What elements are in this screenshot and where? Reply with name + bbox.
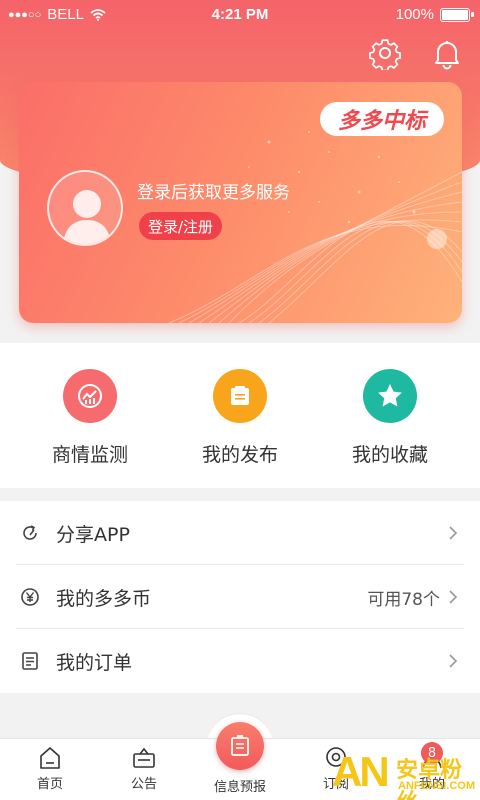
tab-home[interactable]: 首页 [10, 745, 90, 792]
avatar [47, 170, 123, 246]
document-icon [213, 369, 267, 423]
menu-item-label: 我的订单 [56, 651, 133, 674]
quick-action-monitor[interactable]: 商情监测 [20, 369, 160, 467]
battery-percent: 100% [395, 6, 434, 23]
tab-forecast-button[interactable] [216, 722, 264, 770]
home-icon [40, 747, 60, 769]
watermark-mark: AN [332, 748, 390, 795]
quick-action-label: 我的发布 [201, 444, 278, 466]
quick-action-label: 我的收藏 [351, 444, 428, 466]
tab-label: 首页 [36, 777, 63, 792]
quick-action-favorites[interactable]: 我的收藏 [320, 369, 460, 467]
bell-icon[interactable] [430, 36, 464, 70]
menu-item-coins[interactable]: 我的多多币 可用78个 [0, 565, 480, 629]
share-icon [23, 525, 37, 540]
forecast-document-icon [231, 735, 249, 756]
login-register-button[interactable]: 登录/注册 [139, 212, 223, 240]
chevron-right-icon [449, 654, 458, 668]
login-card: 多多中标 登录后获取更多服务 登录/注册 [19, 82, 462, 323]
status-bar: ●●●○○ BELL 4:21 PM 100% [0, 0, 480, 30]
order-list-icon [22, 652, 38, 670]
menu-item-share[interactable]: 分享APP [0, 501, 480, 565]
star-icon [363, 369, 417, 423]
menu-item-label: 分享APP [56, 523, 130, 546]
coin-balance: 可用78个 [367, 589, 440, 610]
brand-logo: 多多中标 [319, 102, 444, 136]
menu-list: 分享APP 我的多多币 可用78个 我的订单 [0, 501, 480, 693]
chevron-right-icon [449, 590, 458, 604]
watermark-url: ANFENSI.COM [398, 780, 475, 792]
menu-item-orders[interactable]: 我的订单 [0, 629, 480, 693]
tab-forecast-label[interactable]: 信息预报 [200, 776, 280, 795]
battery-icon [440, 7, 474, 22]
card-title: 登录后获取更多服务 [137, 183, 290, 203]
watermark-logo: AN 安卓粉丝 ANFENSI.COM [332, 748, 480, 800]
yen-coin-icon [21, 588, 39, 606]
watermark-name: 安卓粉丝 [396, 758, 463, 800]
quick-actions-panel: 商情监测 我的发布 我的收藏 [0, 343, 480, 488]
status-right: 100% [395, 6, 474, 23]
tab-label: 公告 [130, 777, 157, 792]
chevron-right-icon [449, 526, 458, 540]
quick-action-label: 商情监测 [51, 444, 128, 466]
gear-icon[interactable] [368, 36, 402, 70]
tab-notice[interactable]: 公告 [104, 745, 184, 792]
notice-board-icon [133, 747, 155, 768]
chart-monitor-icon [63, 369, 117, 423]
quick-action-publish[interactable]: 我的发布 [170, 369, 310, 467]
menu-item-label: 我的多多币 [56, 587, 152, 610]
